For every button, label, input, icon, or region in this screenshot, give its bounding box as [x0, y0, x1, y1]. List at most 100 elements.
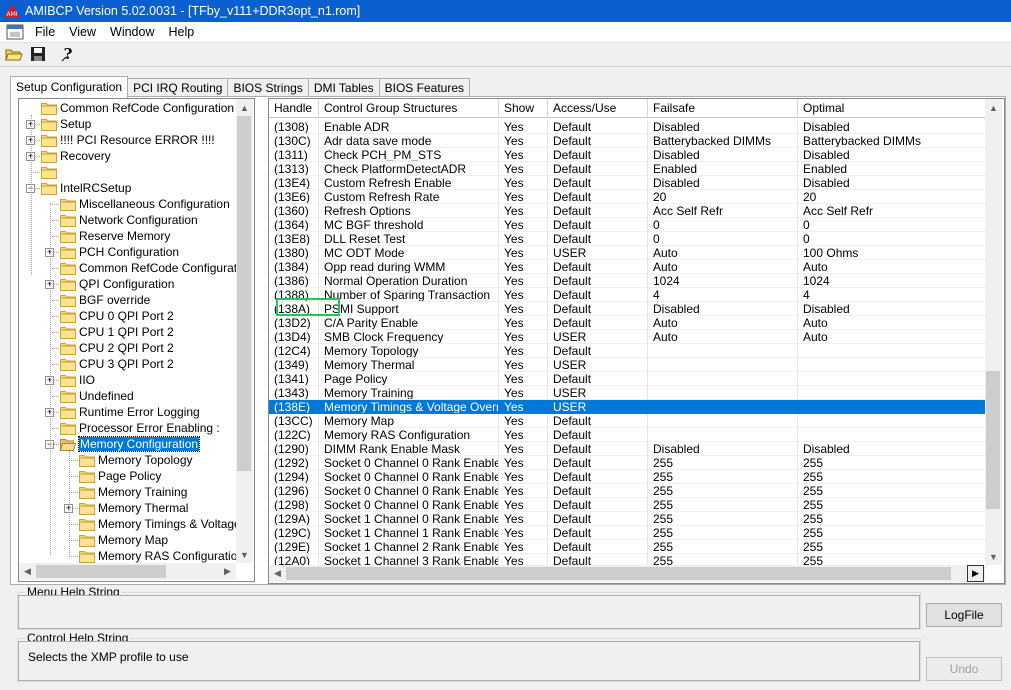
table-cell[interactable]: C/A Parity Enable: [319, 316, 499, 330]
table-cell[interactable]: [648, 400, 798, 414]
table-cell[interactable]: Check PCH_PM_STS: [319, 148, 499, 162]
tree-item[interactable]: Memory Map: [79, 532, 168, 548]
table-cell[interactable]: [648, 428, 798, 442]
table-cell[interactable]: Yes: [499, 330, 548, 344]
table-row[interactable]: (1298) Socket 0 Channel 0 Rank Enable... Y…: [269, 498, 987, 512]
tree-vertical-scrollbar[interactable]: ▲ ▼: [236, 99, 253, 563]
table-cell[interactable]: Yes: [499, 260, 548, 274]
table-cell[interactable]: Socket 0 Channel 0 Rank Enable...: [319, 470, 499, 484]
column-header[interactable]: Handle: [269, 99, 319, 117]
control-grid[interactable]: Handle Control Group Structures Show Access…: [268, 98, 1005, 584]
table-cell[interactable]: Default: [548, 302, 648, 316]
table-cell[interactable]: Disabled: [648, 120, 798, 134]
table-cell[interactable]: (13E6): [269, 190, 319, 204]
table-row[interactable]: (12C4) Memory Topology Yes Default: [269, 344, 987, 358]
table-cell[interactable]: Yes: [499, 414, 548, 428]
table-cell[interactable]: Yes: [499, 246, 548, 260]
table-cell[interactable]: 4: [798, 288, 987, 302]
table-row[interactable]: (13E4) Custom Refresh Enable Yes Default Dis…: [269, 176, 987, 190]
table-cell[interactable]: (1343): [269, 386, 319, 400]
table-cell[interactable]: Default: [548, 498, 648, 512]
table-cell[interactable]: Default: [548, 218, 648, 232]
table-cell[interactable]: 255: [648, 512, 798, 526]
table-cell[interactable]: Yes: [499, 428, 548, 442]
table-cell[interactable]: Auto: [648, 260, 798, 274]
table-cell[interactable]: (1298): [269, 498, 319, 512]
table-cell[interactable]: Yes: [499, 526, 548, 540]
table-cell[interactable]: Auto: [798, 316, 987, 330]
table-cell[interactable]: (1294): [269, 470, 319, 484]
tree-horizontal-scrollbar[interactable]: ◀ ▶: [19, 563, 236, 580]
scroll-thumb[interactable]: [237, 116, 251, 471]
table-cell[interactable]: MC ODT Mode: [319, 246, 499, 260]
table-cell[interactable]: (13E8): [269, 232, 319, 246]
column-header[interactable]: Show: [499, 99, 548, 117]
scroll-left-arrow[interactable]: ◀: [19, 563, 36, 580]
table-cell[interactable]: 0: [798, 218, 987, 232]
table-row[interactable]: (1388) Number of Sparing Transaction Yes De…: [269, 288, 987, 302]
table-row[interactable]: (1296) Socket 0 Channel 0 Rank Enable... Y…: [269, 484, 987, 498]
table-cell[interactable]: Refresh Options: [319, 204, 499, 218]
table-row[interactable]: (1292) Socket 0 Channel 0 Rank Enable... Y…: [269, 456, 987, 470]
tree-item[interactable]: Memory Thermal: [79, 500, 188, 516]
table-cell[interactable]: 1024: [798, 274, 987, 288]
table-cell[interactable]: 255: [648, 498, 798, 512]
table-cell[interactable]: 255: [648, 540, 798, 554]
table-cell[interactable]: (130C): [269, 134, 319, 148]
table-cell[interactable]: 255: [798, 470, 987, 484]
scroll-down-arrow[interactable]: ▼: [236, 546, 253, 563]
table-cell[interactable]: Default: [548, 288, 648, 302]
grid-horizontal-scrollbar[interactable]: ◀ ▶: [269, 565, 985, 582]
table-cell[interactable]: Yes: [499, 288, 548, 302]
table-cell[interactable]: Memory Topology: [319, 344, 499, 358]
table-row[interactable]: (1294) Socket 0 Channel 0 Rank Enable... Y…: [269, 470, 987, 484]
table-cell[interactable]: Socket 1 Channel 2 Rank Enable...: [319, 540, 499, 554]
table-cell[interactable]: 255: [648, 456, 798, 470]
table-row[interactable]: (1384) Opp read during WMM Yes Default Auto A…: [269, 260, 987, 274]
tree-item[interactable]: Recovery: [41, 148, 111, 164]
tree-item[interactable]: CPU 2 QPI Port 2: [60, 340, 174, 356]
table-row[interactable]: (1360) Refresh Options Yes Default Acc Self …: [269, 204, 987, 218]
table-cell[interactable]: Yes: [499, 512, 548, 526]
table-cell[interactable]: Yes: [499, 148, 548, 162]
table-cell[interactable]: 255: [798, 512, 987, 526]
table-cell[interactable]: 255: [798, 540, 987, 554]
table-cell[interactable]: [798, 358, 987, 372]
table-cell[interactable]: Default: [548, 526, 648, 540]
table-cell[interactable]: Default: [548, 134, 648, 148]
tab-dmi-tables[interactable]: DMI Tables: [307, 78, 380, 98]
table-cell[interactable]: Disabled: [798, 442, 987, 456]
tree-item[interactable]: Page Policy: [79, 468, 161, 484]
tree-item[interactable]: Network Configuration: [60, 212, 198, 228]
tree-item[interactable]: Memory RAS Configuration: [79, 548, 244, 564]
table-cell[interactable]: 20: [648, 190, 798, 204]
table-cell[interactable]: Page Policy: [319, 372, 499, 386]
table-cell[interactable]: Normal Operation Duration: [319, 274, 499, 288]
table-cell[interactable]: Yes: [499, 176, 548, 190]
tree-item[interactable]: Reserve Memory: [60, 228, 170, 244]
table-cell[interactable]: [648, 358, 798, 372]
tree-item[interactable]: CPU 1 QPI Port 2: [60, 324, 174, 340]
tree-item[interactable]: Undefined: [60, 388, 134, 404]
table-cell[interactable]: (13E4): [269, 176, 319, 190]
table-cell[interactable]: Default: [548, 456, 648, 470]
scroll-up-arrow[interactable]: ▲: [985, 99, 1002, 116]
table-cell[interactable]: Default: [548, 204, 648, 218]
table-cell[interactable]: Check PlatformDetectADR: [319, 162, 499, 176]
table-cell[interactable]: [798, 400, 987, 414]
table-cell[interactable]: Disabled: [798, 302, 987, 316]
tree-item[interactable]: CPU 0 QPI Port 2: [60, 308, 174, 324]
table-cell[interactable]: Opp read during WMM: [319, 260, 499, 274]
table-cell[interactable]: (13CC): [269, 414, 319, 428]
table-cell[interactable]: (13D4): [269, 330, 319, 344]
table-cell[interactable]: Memory Map: [319, 414, 499, 428]
menu-file[interactable]: File: [28, 25, 62, 39]
tab-pci-irq-routing[interactable]: PCI IRQ Routing: [127, 78, 229, 98]
scroll-left-arrow[interactable]: ◀: [269, 565, 286, 582]
table-cell[interactable]: Enabled: [648, 162, 798, 176]
scroll-thumb[interactable]: [986, 371, 1000, 509]
table-cell[interactable]: 0: [798, 232, 987, 246]
table-cell[interactable]: Yes: [499, 442, 548, 456]
table-row[interactable]: (13CC) Memory Map Yes Default: [269, 414, 987, 428]
table-cell[interactable]: Default: [548, 316, 648, 330]
